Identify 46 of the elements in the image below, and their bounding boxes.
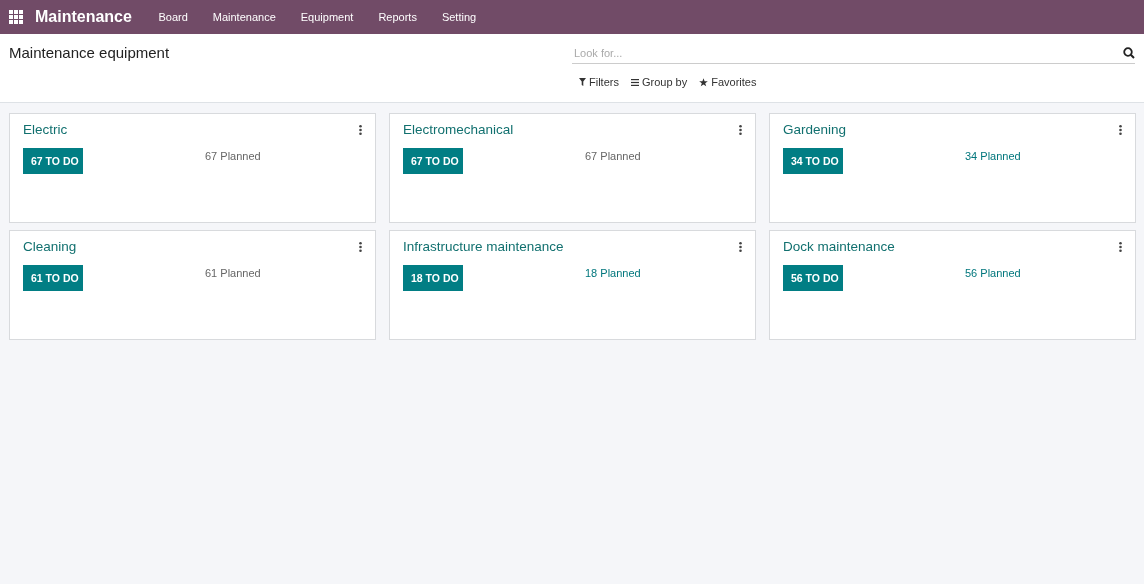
app-name: Maintenance [35, 8, 132, 26]
todo-button[interactable]: 67 TO DO [403, 148, 463, 174]
planned-link[interactable]: 61 Planned [205, 267, 261, 279]
more-options-icon[interactable] [739, 241, 742, 252]
search-field[interactable]: Look for... [572, 47, 1123, 59]
card-title: Gardening [783, 122, 847, 137]
card-title: Cleaning [23, 239, 77, 254]
card-title: Infrastructure maintenance [403, 239, 564, 254]
page-title: Maintenance equipment [9, 44, 170, 61]
search-option-button[interactable]: Filters [575, 74, 623, 90]
more-options-icon[interactable] [1119, 124, 1122, 135]
equipment-card[interactable]: Gardening 34 TO DO 34 Planned [769, 113, 1136, 223]
menu-item[interactable]: Equipment [288, 11, 366, 23]
todo-button[interactable]: 34 TO DO [783, 148, 843, 174]
equipment-card[interactable]: Infrastructure maintenance 18 TO DO 18 Planned [389, 230, 756, 340]
planned-link[interactable]: 67 Planned [205, 150, 261, 162]
menu-item[interactable]: Maintenance [200, 11, 289, 23]
equipment-card[interactable]: Electromechanical 67 TO DO 67 Planned [389, 113, 756, 223]
card-title: Electric [23, 122, 68, 137]
menu-item[interactable]: Board [145, 11, 201, 23]
filter-icon [579, 78, 586, 86]
todo-button[interactable]: 61 TO DO [23, 265, 83, 291]
todo-button[interactable]: 56 TO DO [783, 265, 843, 291]
more-options-icon[interactable] [359, 241, 362, 252]
star-icon [699, 77, 709, 87]
equipment-card[interactable]: Cleaning 61 TO DO 61 Planned [9, 230, 376, 340]
equipment-card[interactable]: Electric 67 TO DO 67 Planned [9, 113, 376, 223]
menu-item[interactable]: Setting [429, 11, 489, 23]
menu-item[interactable]: Reports [365, 11, 430, 23]
planned-link[interactable]: 18 Planned [585, 267, 641, 279]
planned-link[interactable]: 56 Planned [965, 267, 1021, 279]
search-icon[interactable] [1123, 47, 1135, 59]
more-options-icon[interactable] [739, 124, 742, 135]
equipment-card[interactable]: Dock maintenance 56 TO DO 56 Planned [769, 230, 1136, 340]
todo-button[interactable]: 18 TO DO [403, 265, 463, 291]
search-option-button[interactable]: Favorites [695, 74, 761, 90]
planned-link[interactable]: 34 Planned [965, 150, 1021, 162]
search-option-button[interactable]: Group by [626, 74, 692, 90]
apps-menu-icon[interactable] [9, 10, 23, 24]
more-options-icon[interactable] [359, 124, 362, 135]
planned-link[interactable]: 67 Planned [585, 150, 641, 162]
list-icon [630, 78, 639, 86]
more-options-icon[interactable] [1119, 241, 1122, 252]
todo-button[interactable]: 67 TO DO [23, 148, 83, 174]
card-title: Dock maintenance [783, 239, 895, 254]
card-title: Electromechanical [403, 122, 514, 137]
